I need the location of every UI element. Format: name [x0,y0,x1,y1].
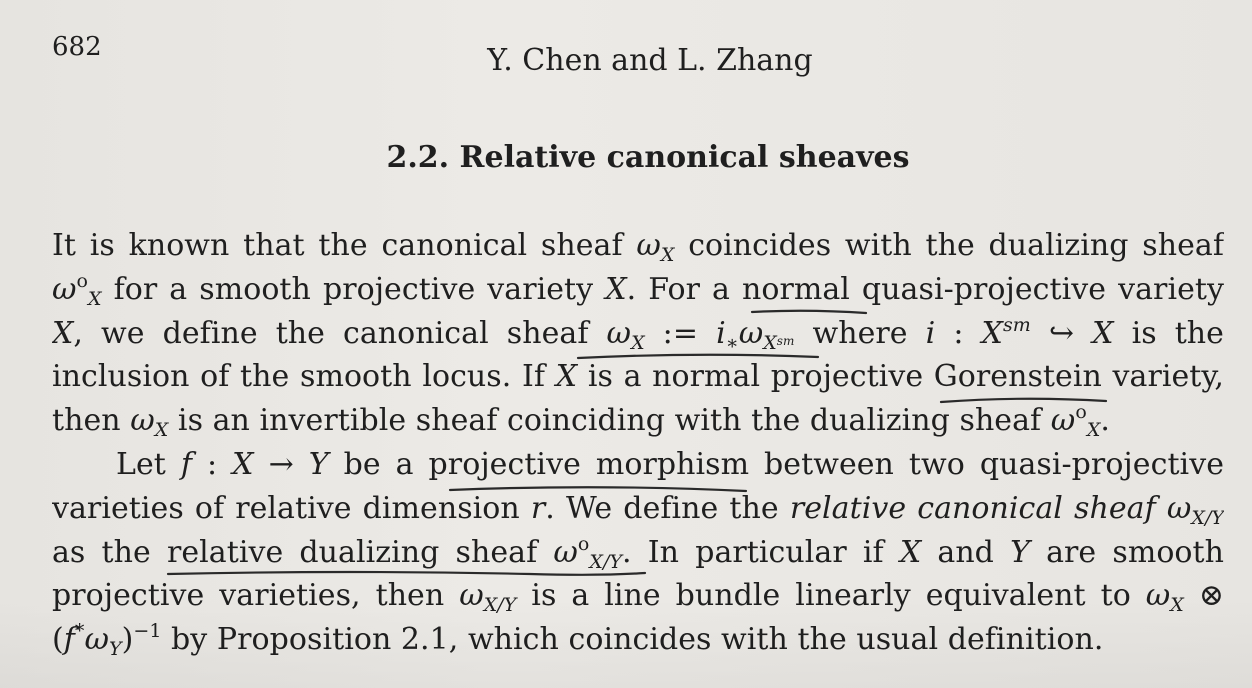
section-heading: 2.2. Relative canonical sheaves [0,140,1252,176]
paragraph-2-line-4: projective varieties, then ωX/Y is a lin… [52,574,1224,618]
math-subscript: ∗ [725,331,739,354]
math-variable: i [925,315,936,351]
math-omega: ω [1155,490,1192,526]
text-run: are smooth [1029,534,1224,570]
text-run: for a smooth projective variety [101,271,606,307]
math-variable: Y [1010,534,1030,570]
text-run: as the relative dualizing sheaf [52,534,554,570]
math-operator: → [253,446,309,482]
math-superscript: −1 [133,620,162,643]
text-run: . We define the [545,490,790,526]
text-run: where [794,315,926,351]
paragraph-2-line-2: varieties of relative dimension r. We de… [52,487,1224,531]
math-subscript: X [88,287,102,310]
text-run: It is known that the canonical sheaf [52,228,637,263]
math-superscript: o [1075,401,1087,424]
math-variable: X [605,271,627,307]
math-subscript: X [1086,419,1101,442]
math-subscript: X [154,419,169,442]
math-variable: r [530,490,546,526]
math-variable: X [1092,315,1114,351]
math-superscript: o [577,532,590,555]
math-variable: X [52,315,74,351]
text-run: Let [116,446,181,482]
emphasized-term: relative canonical sheaf [789,490,1156,526]
math-subscript: X/Y [589,550,623,573]
text-run: and [921,534,1011,570]
math-superscript: o [76,269,89,292]
math-variable: f [180,446,193,482]
text-run: by Proposition 2.1, which coincides with… [161,622,1104,658]
paragraph-1-line-3: X, we define the canonical sheaf ωX := i… [52,312,1224,356]
text-run: is a line bundle linearly equivalent to [516,578,1146,614]
section-body: It is known that the canonical sheaf ωX … [52,224,1224,662]
math-operator: ↪ [1030,315,1093,351]
paragraph-2-line-3: as the relative dualizing sheaf ωoX/Y. I… [52,531,1224,575]
paragraph-1-line-1: It is known that the canonical sheaf ωX … [52,224,1224,268]
text-run: inclusion of the smooth locus. If [52,359,556,395]
math-operator: ⊗ [1183,578,1224,614]
text-run: . In particular if [622,534,900,570]
paragraph-1-line-2: ωoX for a smooth projective variety X. F… [52,268,1224,312]
math-omega: ω [1050,403,1076,439]
math-subscript-base: X [763,331,777,354]
math-operator: : [935,315,982,351]
math-variable: X [899,534,922,570]
math-subscript: X [1170,594,1184,617]
book-page: 682 Y. Chen and L. Zhang 2.2. Relative c… [0,0,1252,688]
paragraph-2-line-5: (f*ωY)−1 by Proposition 2.1, which coinc… [52,618,1224,662]
math-subscript: Xsm [763,332,794,354]
math-operator: := [644,315,717,351]
text-run: , we define the canonical sheaf [73,315,607,351]
math-operator: ) [121,622,134,658]
text-run: . [1100,403,1110,439]
math-variable: X [981,315,1003,351]
math-omega: ω [130,403,155,439]
math-omega: ω [459,578,484,614]
math-subscript: Y [109,638,122,661]
section-number: 2.2. [386,140,450,175]
math-superscript: sm [1002,313,1031,336]
math-subscript: X/Y [483,594,517,617]
math-operator: : [192,446,233,482]
math-omega: ω [84,622,109,658]
text-run: . For a normal quasi-projective variety [626,271,1224,307]
math-variable: Y [308,446,329,482]
math-subscript: X [660,244,675,266]
math-omega: ω [553,534,578,570]
math-subscript: X/Y [1191,506,1224,529]
math-omega: ω [738,315,764,351]
math-omega: ω [52,271,77,307]
paragraph-2-line-1: Let f : X → Y be a projective morphism b… [52,443,1224,487]
math-operator: ( [52,622,64,658]
text-run: coincides with the dualizing sheaf [674,228,1224,263]
math-omega: ω [1145,578,1171,614]
math-omega: ω [636,228,661,263]
text-run: is the [1113,315,1224,351]
text-run: varieties of relative dimension [52,490,531,526]
section-title: Relative canonical sheaves [459,140,910,175]
running-head: Y. Chen and L. Zhang [487,43,813,78]
text-run: is an invertible sheaf coinciding with t… [168,403,1051,439]
math-subscript: X [631,331,645,354]
paragraph-1-line-4: inclusion of the smooth locus. If X is a… [52,355,1224,399]
paragraph-1-line-5: then ωX is an invertible sheaf coincidin… [52,399,1224,443]
math-variable: X [555,359,578,395]
math-omega: ω [606,315,632,351]
math-variable: X [232,446,254,482]
text-run: is a normal projective Gorenstein variet… [577,359,1224,395]
text-run: be a projective morphism between two qua… [328,446,1224,482]
text-run: projective varieties, then [52,578,460,614]
math-variable: i [716,315,726,351]
math-variable: f [63,622,75,658]
text-run: then [52,403,131,439]
math-sub-superscript: sm [776,333,795,348]
